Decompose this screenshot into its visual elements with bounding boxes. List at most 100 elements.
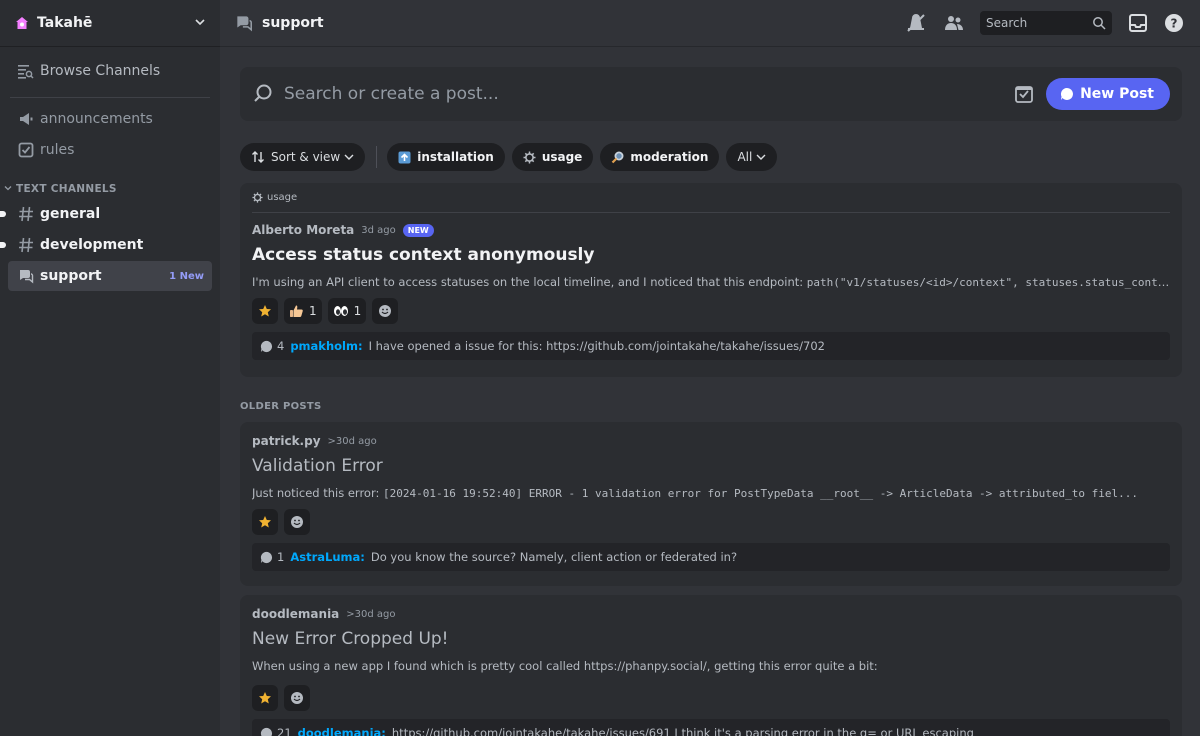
- reaction-bar: [252, 509, 1170, 535]
- tag-filter-usage[interactable]: usage: [511, 143, 594, 171]
- snippet-code: [2024-01-16 19:52:40] ERROR - 1 validati…: [383, 487, 1139, 500]
- add-reaction-button[interactable]: [284, 509, 310, 535]
- server-home-icon: [14, 15, 30, 31]
- latest-reply[interactable]: 21 doodlemania: https://github.com/joint…: [252, 719, 1170, 736]
- browse-channels-label: Browse Channels: [40, 63, 161, 79]
- browse-channels-button[interactable]: Browse Channels: [8, 55, 212, 87]
- help-icon[interactable]: ?: [1162, 11, 1186, 35]
- channel-title: support: [262, 15, 324, 31]
- tag-label: usage: [541, 150, 583, 164]
- all-tags-label: All: [737, 150, 753, 164]
- reaction-thumbs-up[interactable]: 1: [284, 298, 322, 324]
- reply-text: https://github.com/jointakahe/takahe/iss…: [391, 726, 974, 736]
- post-title: Validation Error: [252, 456, 383, 476]
- chevron-down-icon: [194, 16, 206, 31]
- latest-reply[interactable]: 4 pmakholm: I have opened a issue for th…: [252, 332, 1170, 360]
- svg-text:?: ?: [1171, 17, 1178, 31]
- header-search-box[interactable]: [980, 11, 1112, 35]
- reaction-count: 1: [309, 304, 317, 318]
- sidebar-item-support[interactable]: support 1 New: [8, 261, 212, 291]
- sidebar-item-rules[interactable]: rules: [8, 135, 212, 165]
- chevron-down-icon: [344, 152, 354, 162]
- forum-search-input[interactable]: [284, 84, 1015, 104]
- sort-view-button[interactable]: Sort & view: [240, 143, 366, 171]
- reply-user[interactable]: AstraLuma:: [290, 550, 365, 564]
- react-star-button[interactable]: [252, 509, 278, 535]
- post-timestamp: 3d ago: [361, 224, 396, 236]
- chat-bubble-icon: [1061, 87, 1074, 100]
- sidebar-divider: [10, 97, 210, 98]
- older-posts-header: OLDER POSTS: [240, 401, 322, 412]
- server-name: Takahē: [37, 15, 93, 31]
- search-icon: [1092, 16, 1106, 30]
- post-author[interactable]: Alberto Moreta: [252, 223, 354, 237]
- latest-reply[interactable]: 1 AstraLuma: Do you know the source? Nam…: [252, 543, 1170, 571]
- inbox-icon[interactable]: [1126, 11, 1150, 35]
- post-card[interactable]: usage Alberto Moreta 3d ago NEW Access s…: [240, 183, 1182, 377]
- reply-user[interactable]: pmakholm:: [290, 339, 362, 353]
- add-reaction-button[interactable]: [284, 685, 310, 711]
- new-posts-badge: 1 New: [169, 270, 204, 282]
- tag-filter-installation[interactable]: installation: [387, 143, 505, 171]
- new-badge: NEW: [402, 223, 434, 237]
- forum-search-bar[interactable]: New Post: [240, 67, 1182, 121]
- reply-count: 1: [277, 550, 285, 564]
- new-post-button[interactable]: New Post: [1046, 78, 1170, 110]
- reaction-bar: 1 1: [252, 298, 1170, 324]
- post-snippet: I'm using an API client to access status…: [252, 275, 1170, 289]
- post-timestamp: >30d ago: [327, 435, 377, 447]
- sort-arrows-icon: [251, 150, 265, 164]
- tag-filter-moderation[interactable]: moderation: [600, 143, 720, 171]
- unread-indicator: [0, 242, 6, 248]
- react-star-button[interactable]: [252, 685, 278, 711]
- filter-divider: [376, 146, 378, 168]
- reaction-bar: [252, 685, 1170, 711]
- gear-icon: [252, 192, 263, 203]
- rules-checkbox-icon: [16, 140, 36, 160]
- filter-bar: Sort & view installation usage moderatio…: [240, 143, 784, 171]
- up-arrow-box-icon: [398, 151, 411, 164]
- sidebar-item-general[interactable]: general: [0, 199, 212, 229]
- snippet-text: When using a new app I found which is pr…: [252, 659, 878, 673]
- forum-main: New Post Sort & view installation usage: [220, 47, 1200, 736]
- members-list-icon[interactable]: [942, 11, 966, 35]
- all-tags-dropdown[interactable]: All: [726, 143, 778, 171]
- magnifier-icon: [611, 151, 624, 164]
- browse-channels-icon: [16, 61, 36, 81]
- post-snippet: When using a new app I found which is pr…: [252, 659, 1170, 673]
- sidebar-item-announcements[interactable]: announcements: [8, 104, 212, 134]
- chat-bubble-icon: [260, 727, 273, 736]
- post-tag: usage: [252, 183, 1170, 213]
- channel-sidebar: Takahē Browse Channels announcements rul…: [0, 0, 220, 736]
- post-card[interactable]: doodlemania >30d ago New Error Cropped U…: [240, 595, 1182, 736]
- header-search-input[interactable]: [986, 16, 1086, 30]
- thumbs-up-icon: [290, 305, 303, 317]
- post-tag-label: usage: [267, 192, 298, 203]
- reply-text: Do you know the source? Namely, client a…: [370, 550, 738, 564]
- smiley-icon: [291, 692, 303, 704]
- react-star-button[interactable]: [252, 298, 278, 324]
- smiley-icon: [379, 305, 392, 317]
- select-posts-icon[interactable]: [1014, 84, 1034, 104]
- notifications-muted-icon[interactable]: [904, 11, 928, 35]
- post-author[interactable]: doodlemania: [252, 607, 339, 621]
- category-label: TEXT CHANNELS: [16, 183, 117, 195]
- gear-icon: [523, 151, 536, 164]
- post-author[interactable]: patrick.py: [252, 434, 321, 448]
- add-reaction-button[interactable]: [372, 298, 399, 324]
- smiley-icon: [291, 516, 303, 528]
- post-snippet: Just noticed this error: [2024-01-16 19:…: [252, 486, 1170, 500]
- star-icon: [259, 516, 271, 528]
- post-card[interactable]: patrick.py >30d ago Validation Error Jus…: [240, 422, 1182, 586]
- hashtag-icon: [16, 235, 36, 255]
- chevron-down-icon: [756, 152, 766, 162]
- server-header[interactable]: Takahē: [0, 0, 220, 47]
- sort-view-label: Sort & view: [271, 150, 341, 164]
- reaction-eyes[interactable]: 1: [327, 298, 367, 324]
- megaphone-icon: [16, 109, 36, 129]
- forum-channel-icon: [16, 266, 36, 286]
- snippet-text: Just noticed this error:: [252, 486, 384, 500]
- category-text-channels[interactable]: TEXT CHANNELS: [4, 183, 220, 195]
- sidebar-item-development[interactable]: development: [0, 230, 212, 260]
- reply-user[interactable]: doodlemania:: [298, 726, 386, 736]
